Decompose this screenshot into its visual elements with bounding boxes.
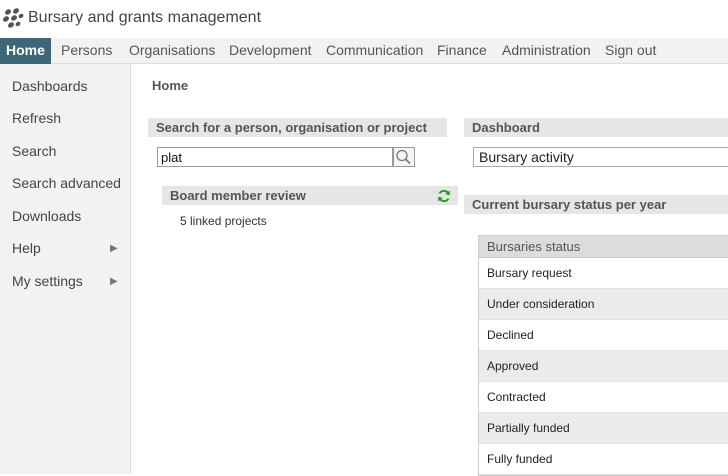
- magnifier-icon: [396, 149, 411, 165]
- table-row[interactable]: Under consideration: [479, 289, 728, 320]
- nav-administration[interactable]: Administration: [496, 38, 597, 64]
- sidebar-item-help[interactable]: Help: [12, 240, 41, 256]
- table-row[interactable]: Fully funded: [479, 444, 728, 475]
- nav-persons[interactable]: Persons: [55, 38, 118, 64]
- table-row[interactable]: Bursary request: [479, 258, 728, 289]
- nav-finance[interactable]: Finance: [431, 38, 493, 64]
- table-row[interactable]: Partially funded: [479, 413, 728, 444]
- sidebar: Dashboards Refresh Search Search advance…: [0, 64, 131, 474]
- my-settings-submenu-arrow-icon[interactable]: ▶: [110, 276, 118, 287]
- sidebar-item-dashboards[interactable]: Dashboards: [12, 78, 88, 94]
- app-title: Bursary and grants management: [28, 9, 262, 26]
- sidebar-item-search-advanced[interactable]: Search advanced: [12, 175, 121, 191]
- nav-sign-out[interactable]: Sign out: [599, 38, 662, 64]
- linked-projects-text[interactable]: 5 linked projects: [180, 214, 267, 228]
- table-header: Bursaries status: [479, 236, 728, 258]
- search-section-header: Search for a person, organisation or pro…: [148, 118, 447, 137]
- breadcrumb: Home: [152, 78, 189, 93]
- table-row[interactable]: Declined: [479, 320, 728, 351]
- sidebar-item-downloads[interactable]: Downloads: [12, 208, 81, 224]
- search-button[interactable]: [393, 147, 415, 167]
- top-bar: Bursary and grants management: [0, 0, 728, 38]
- app-logo-icon: [3, 8, 24, 28]
- dashboard-header: Dashboard: [464, 118, 728, 137]
- nav-organisations[interactable]: Organisations: [123, 38, 221, 64]
- sidebar-item-refresh[interactable]: Refresh: [12, 110, 61, 126]
- table-row[interactable]: Contracted: [479, 382, 728, 413]
- nav-home[interactable]: Home: [0, 38, 51, 64]
- sidebar-item-my-settings[interactable]: My settings: [12, 273, 83, 289]
- table-row[interactable]: Approved: [479, 351, 728, 382]
- main-nav: Home Persons Organisations Development C…: [0, 38, 728, 64]
- sidebar-item-search[interactable]: Search: [12, 143, 56, 159]
- dashboard-select[interactable]: Bursary activity: [473, 147, 728, 167]
- bursary-status-header: Current bursary status per year: [464, 195, 728, 214]
- search-input[interactable]: [157, 147, 393, 167]
- nav-communication[interactable]: Communication: [320, 38, 429, 64]
- help-submenu-arrow-icon[interactable]: ▶: [110, 243, 118, 254]
- board-review-header: Board member review: [162, 186, 458, 205]
- bursary-status-table: Bursaries status Bursary request Under c…: [478, 235, 728, 476]
- nav-development[interactable]: Development: [223, 38, 318, 64]
- refresh-icon[interactable]: [437, 189, 451, 203]
